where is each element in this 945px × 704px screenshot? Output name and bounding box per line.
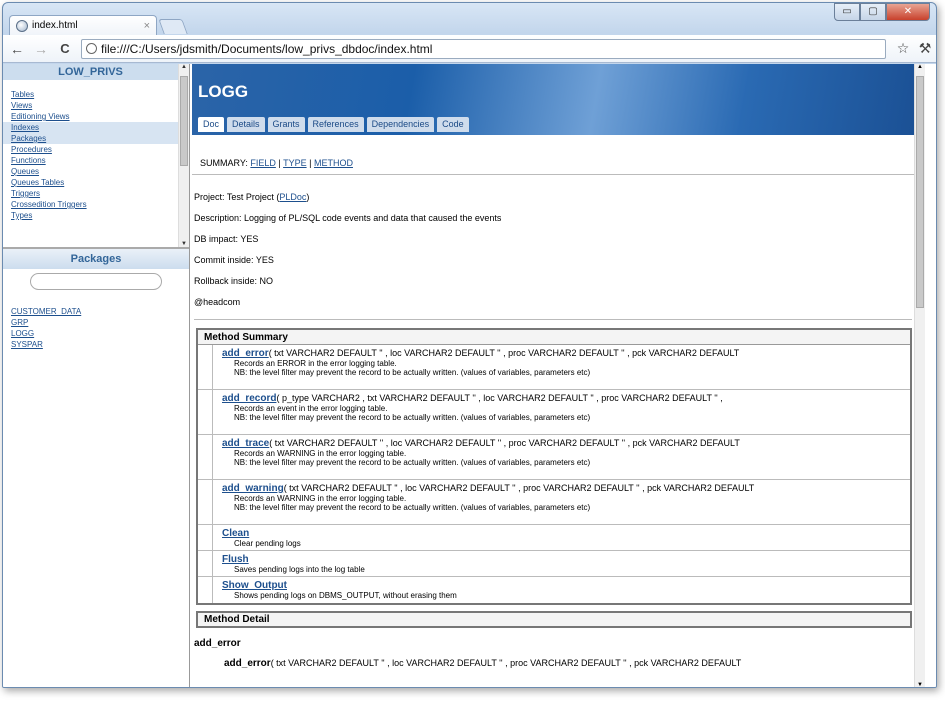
scroll-down-arrow-icon[interactable]: ▼ (915, 682, 925, 687)
method-detail-title: Method Detail (196, 611, 912, 628)
package-search-input[interactable] (30, 273, 162, 290)
db-impact-line: DB impact: YES (194, 234, 259, 244)
package-item-syspar[interactable]: SYSPAR (11, 339, 189, 350)
tab-details[interactable]: Details (227, 117, 265, 132)
page-globe-icon (16, 19, 28, 32)
method-row: Flush Saves pending logs into the log ta… (198, 551, 910, 577)
tab-close-icon[interactable]: × (144, 20, 150, 32)
tab-code[interactable]: Code (437, 117, 469, 132)
summary-separator: | (278, 158, 281, 168)
packages-title: Packages (3, 249, 189, 269)
object-type-list: Tables Views Editioning Views Indexes Pa… (3, 89, 178, 221)
doc-banner: LOGG Doc Details Grants References Depen… (192, 64, 925, 135)
summary-separator: | (309, 158, 312, 168)
method-link-add-record[interactable]: add_record (222, 393, 276, 404)
wrench-menu-icon[interactable]: ⚒ (914, 40, 936, 57)
forward-arrow-icon[interactable]: → (31, 41, 51, 57)
method-summary-table: Method Summary add_error( txt VARCHAR2 D… (196, 328, 912, 605)
summary-bar: SUMMARY: FIELD | TYPE | METHOD (192, 135, 925, 175)
method-link-clean[interactable]: Clean (222, 528, 249, 539)
sidebar-item-indexes[interactable]: Indexes (3, 122, 178, 133)
left-scrollbar[interactable]: ▲ ▼ (178, 64, 189, 247)
url-text: file:///C:/Users/jdsmith/Documents/low_p… (101, 41, 433, 56)
sidebar-item-tables[interactable]: Tables (3, 89, 178, 100)
package-item-logg[interactable]: LOGG (11, 328, 189, 339)
browser-tab[interactable]: index.html × (9, 15, 157, 35)
minimize-button[interactable]: ▭ (834, 3, 860, 21)
method-link-add-trace[interactable]: add_trace (222, 438, 269, 449)
sidebar-item-triggers[interactable]: Triggers (3, 188, 178, 199)
method-link-add-error[interactable]: add_error (222, 348, 269, 359)
tab-dependencies[interactable]: Dependencies (366, 117, 435, 132)
scroll-up-arrow-icon[interactable]: ▲ (179, 64, 189, 70)
method-row: add_warning( txt VARCHAR2 DEFAULT '' , l… (198, 480, 910, 525)
new-tab-button[interactable] (158, 19, 188, 34)
browser-window: index.html × ▭ ▢ ✕ ← → C file:///C:/User… (2, 2, 937, 688)
summary-field-link[interactable]: FIELD (250, 158, 276, 168)
sidebar-item-views[interactable]: Views (3, 100, 178, 111)
doc-frame: LOGG Doc Details Grants References Depen… (192, 64, 925, 687)
tab-references[interactable]: References (307, 117, 364, 132)
object-types-frame: LOW_PRIVS Tables Views Editioning Views … (3, 64, 189, 249)
browser-toolbar: ← → C file:///C:/Users/jdsmith/Documents… (3, 35, 936, 63)
address-bar[interactable]: file:///C:/Users/jdsmith/Documents/low_p… (81, 38, 886, 59)
method-row: Clean Clear pending logs (198, 525, 910, 551)
method-row: add_trace( txt VARCHAR2 DEFAULT '' , loc… (198, 435, 910, 480)
left-frames: LOW_PRIVS Tables Views Editioning Views … (3, 64, 190, 687)
sidebar-item-functions[interactable]: Functions (3, 155, 178, 166)
sidebar-item-queues[interactable]: Queues (3, 166, 178, 177)
scroll-up-arrow-icon[interactable]: ▲ (915, 64, 925, 70)
summary-method-link[interactable]: METHOD (314, 158, 353, 168)
project-line: Project: Test Project (PLDoc) (194, 192, 310, 202)
summary-label: SUMMARY: (200, 158, 248, 168)
tab-title: index.html (32, 20, 78, 31)
method-link-flush[interactable]: Flush (222, 554, 249, 565)
sidebar-item-queues-tables[interactable]: Queues Tables (3, 177, 178, 188)
tab-grants[interactable]: Grants (267, 117, 305, 132)
package-item-grp[interactable]: GRP (11, 317, 189, 328)
method-row: add_record( p_type VARCHAR2 , txt VARCHA… (198, 390, 910, 435)
page-icon (86, 43, 97, 54)
package-properties: Project: Test Project (PLDoc) Descriptio… (192, 187, 925, 313)
sidebar-item-types[interactable]: Types (3, 210, 178, 221)
pldoc-link[interactable]: PLDoc (279, 192, 306, 202)
commit-inside-line: Commit inside: YES (194, 255, 274, 265)
page-title: LOGG (198, 82, 249, 101)
method-link-show-output[interactable]: Show_Output (222, 580, 287, 591)
headcom-line: @headcom (194, 297, 241, 307)
close-window-button[interactable]: ✕ (886, 3, 930, 21)
sidebar-item-procedures[interactable]: Procedures (3, 144, 178, 155)
package-list: CUSTOMER_DATA GRP LOGG SYSPAR (3, 306, 189, 350)
tab-doc[interactable]: Doc (198, 117, 225, 132)
package-item-customer-data[interactable]: CUSTOMER_DATA (11, 306, 189, 317)
sidebar-item-packages[interactable]: Packages (3, 133, 178, 144)
divider (194, 319, 912, 320)
doc-tabs: Doc Details Grants References Dependenci… (198, 117, 472, 132)
method-row: Show_Output Shows pending logs on DBMS_O… (198, 577, 910, 603)
schema-title: LOW_PRIVS (3, 64, 178, 80)
scroll-thumb[interactable] (916, 76, 924, 308)
window-controls: ▭ ▢ ✕ (834, 3, 930, 21)
method-link-add-warning[interactable]: add_warning (222, 483, 284, 494)
page-content: LOW_PRIVS Tables Views Editioning Views … (3, 64, 936, 687)
description-line: Description: Logging of PL/SQL code even… (194, 213, 502, 223)
bookmark-star-icon[interactable]: ☆ (892, 40, 914, 57)
reload-icon[interactable]: C (55, 41, 75, 56)
back-arrow-icon[interactable]: ← (7, 41, 27, 57)
rollback-inside-line: Rollback inside: NO (194, 276, 274, 286)
sidebar-item-editioning-views[interactable]: Editioning Views (3, 111, 178, 122)
detail-method-signature: add_error( txt VARCHAR2 DEFAULT '' , loc… (224, 658, 742, 669)
method-row: add_error( txt VARCHAR2 DEFAULT '' , loc… (198, 345, 910, 390)
main-scrollbar[interactable]: ▲ ▼ (914, 64, 925, 687)
method-summary-title: Method Summary (198, 330, 910, 345)
sidebar-item-crossedition-triggers[interactable]: Crossedition Triggers (3, 199, 178, 210)
detail-method-name: add_error (194, 638, 241, 649)
packages-frame: Packages CUSTOMER_DATA GRP LOGG SYSPAR (3, 249, 189, 350)
summary-type-link[interactable]: TYPE (283, 158, 307, 168)
maximize-button[interactable]: ▢ (860, 3, 886, 21)
scroll-thumb[interactable] (180, 76, 188, 166)
scroll-down-arrow-icon[interactable]: ▼ (179, 241, 189, 247)
